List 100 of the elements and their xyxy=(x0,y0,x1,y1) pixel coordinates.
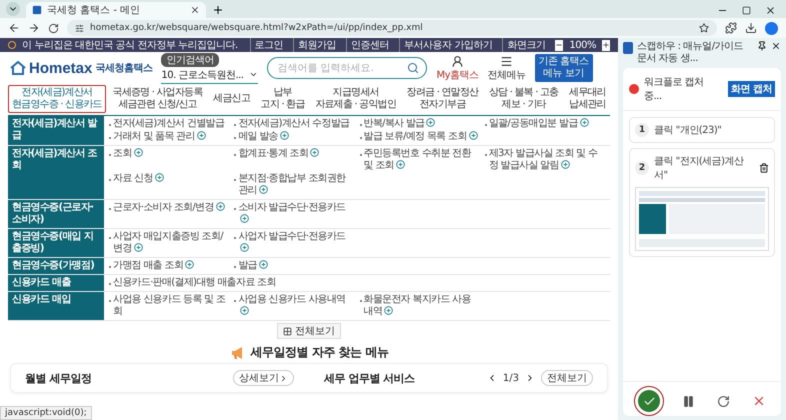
favicon-icon xyxy=(32,5,42,15)
view-all-button[interactable]: 전체보기 xyxy=(277,323,341,339)
cancel-button[interactable] xyxy=(752,394,766,408)
forward-icon[interactable] xyxy=(28,22,40,34)
submenu-link[interactable]: 화물운전자 복지카드 사용내역 xyxy=(360,294,480,318)
menu-section-title: 현금영수증(가맹점) xyxy=(8,258,104,274)
new-tab-icon[interactable] xyxy=(212,4,224,16)
step-number: 1 xyxy=(635,123,649,137)
tab-title: 국세청 홈택스 - 메인 xyxy=(47,4,142,17)
menu-section-title: 신용카드 매입 xyxy=(8,292,104,320)
submenu-link[interactable]: 사업자 발급수단·전용카드 xyxy=(234,231,354,255)
submenu-link[interactable]: 일괄/공동매입분 발급 xyxy=(484,118,605,130)
header-link[interactable]: 인증센터 xyxy=(346,38,394,52)
submenu-link[interactable]: 사업자 매입지출증빙 조회/변경 xyxy=(109,231,230,255)
submenu-link[interactable]: 사업용 신용카드 등록 및 조회 xyxy=(109,294,230,318)
my-hometax-link[interactable]: My홈택스 xyxy=(436,54,479,82)
submenu-link[interactable]: 제3자 발급사실 조회 및 수정 발급사실 알림 xyxy=(484,148,605,172)
nav-menu-item[interactable]: 전자(세금)계산서 현금영수증 · 신용카드 xyxy=(8,85,106,113)
card-title: 세무 업무별 서비스 xyxy=(324,370,416,386)
close-icon[interactable] xyxy=(771,41,781,51)
zoom-value: 100% xyxy=(569,40,596,50)
submenu-link[interactable]: 신용카드·판매(결제)대행 매출자료 조회 xyxy=(109,277,354,289)
submenu-link[interactable]: 가맹점 매출 조회 xyxy=(109,260,230,272)
submenu-link[interactable]: 조회 xyxy=(109,148,230,172)
person-icon xyxy=(451,54,464,68)
submenu-link[interactable]: 전자(세금)계산서 건별발급 xyxy=(109,118,230,130)
trash-icon[interactable] xyxy=(759,163,769,173)
pause-button[interactable] xyxy=(682,394,695,408)
submenu-link[interactable]: 거래처 및 품목 관리 xyxy=(109,131,230,143)
submenu-link[interactable]: 합계표·통계 조회 xyxy=(234,148,354,172)
all-menu-button[interactable]: 전체메뉴 xyxy=(488,54,526,82)
nav-menu-item[interactable]: 국세증명 · 사업자등록 세금관련 신청/신고 xyxy=(108,85,207,113)
finish-button[interactable] xyxy=(638,390,660,412)
header-link[interactable]: 로그인 xyxy=(250,38,288,52)
zoom-out-button[interactable] xyxy=(555,40,564,50)
reload-icon[interactable] xyxy=(48,22,59,34)
address-bar[interactable]: hometax.go.kr/websquare/websquare.html?w2xPath=/ui/pp/index_pp.xml xyxy=(67,20,717,36)
eg-logo-icon xyxy=(8,41,16,49)
nav-menu-item[interactable]: 납부 고지 · 환급 xyxy=(256,85,309,113)
restart-button[interactable] xyxy=(717,394,730,408)
nav-menu-item[interactable]: 세무대리 납세관리 xyxy=(565,85,610,113)
grid-icon xyxy=(283,326,292,336)
page-indicator: 1/3 xyxy=(502,372,519,384)
plus-icon xyxy=(602,41,610,49)
url-text: hometax.go.kr/websquare/websquare.html?w2xPath=/ui/pp/index_pp.xml xyxy=(90,23,423,33)
restore-icon xyxy=(742,6,751,14)
tab-list-button[interactable] xyxy=(6,2,20,16)
menu-section-title: 신용카드 매출 xyxy=(8,275,104,291)
header-link[interactable]: 회원가입 xyxy=(293,38,340,52)
step-text: 클릭 "전지(세금)계산서" xyxy=(654,155,745,182)
close-icon xyxy=(752,394,766,408)
pin-icon[interactable] xyxy=(757,41,767,51)
header-link[interactable]: 부서사용자 가입하기 xyxy=(399,38,496,52)
bookmark-star-icon[interactable] xyxy=(699,23,709,33)
nav-menu-item[interactable]: 세금신고 xyxy=(209,91,254,107)
submenu-link[interactable]: 발급 보류/예정 목록 조회 xyxy=(360,131,480,143)
refresh-icon xyxy=(717,394,730,408)
extension-icon xyxy=(623,42,633,54)
back-icon[interactable] xyxy=(8,22,20,34)
detail-button[interactable]: 상세보기 xyxy=(233,370,294,386)
menu-section-title: 현금영수증(근로자·소비자) xyxy=(8,200,104,228)
search-icon xyxy=(407,62,420,74)
pause-icon xyxy=(682,394,695,408)
section-heading: 세무일정별 자주 찾는 메뉴 xyxy=(250,344,388,361)
profile-avatar[interactable] xyxy=(765,22,778,34)
menu-icon xyxy=(500,54,514,68)
submenu-link[interactable]: 자료 신청 xyxy=(109,173,230,197)
close-icon xyxy=(765,4,776,16)
nav-menu-item[interactable]: 장려금 · 연말정산 전자기부금 xyxy=(402,85,482,113)
download-icon[interactable] xyxy=(745,22,757,34)
view-all-button[interactable]: 전체보기 xyxy=(541,370,593,386)
hometax-logo[interactable]: Hometax 국세청홈택스 xyxy=(10,60,152,76)
step-number: 2 xyxy=(635,161,649,175)
submenu-link[interactable]: 메일 발송 xyxy=(234,131,354,143)
check-icon xyxy=(642,394,656,408)
status-url: javascript:void(0); xyxy=(0,406,92,420)
close-tab-icon[interactable] xyxy=(190,5,200,15)
submenu-link[interactable]: 주민등록번호 수취분 전환 및 조회 xyxy=(360,148,480,172)
submenu-link[interactable]: 반복/복사 발급 xyxy=(360,118,480,130)
capture-button[interactable]: 화면 캡처 xyxy=(728,81,775,97)
card-title: 월별 세무일정 xyxy=(25,370,92,386)
nav-menu-item[interactable]: 상담 · 불복 · 고충 제보 · 기타 xyxy=(484,85,562,113)
search-field[interactable]: 검색어를 입력하세요. xyxy=(267,57,428,79)
popular-term-dropdown[interactable]: 10. 근로소득원천... xyxy=(161,68,258,84)
nav-menu-item[interactable]: 지급명세서 자료제출 · 공익법인 xyxy=(311,85,400,113)
menu-section-title: 전자(세금)계산서 발급 xyxy=(8,116,104,145)
zoom-in-button[interactable] xyxy=(602,40,610,50)
submenu-link[interactable]: 전자(세금)계산서 수정발급 xyxy=(234,118,354,130)
legacy-menu-button[interactable]: 기존 홈택스 메뉴 보기 xyxy=(534,54,593,82)
submenu-link[interactable]: 소비자 발급수단·전용카드 xyxy=(234,202,354,226)
popular-search-badge: 인기검색어 xyxy=(161,52,219,66)
submenu-link[interactable]: 사업용 신용카드 사용내역 xyxy=(234,294,354,318)
submenu-link[interactable]: 근로자·소비자 조회/변경 xyxy=(109,202,230,226)
browser-tab[interactable]: 국세청 홈택스 - 메인 xyxy=(26,2,206,18)
chevron-right-icon xyxy=(279,374,288,382)
panel-title: 스캡하우 : 매뉴얼/가이드 문서 자동 생... xyxy=(637,41,744,65)
submenu-link[interactable]: 발급 xyxy=(234,260,354,272)
submenu-link[interactable]: 본지점·종합납부 조회권한 관리 xyxy=(234,173,354,197)
step-text: 클릭 "개인(23)" xyxy=(654,124,722,137)
extensions-icon[interactable] xyxy=(725,22,737,34)
